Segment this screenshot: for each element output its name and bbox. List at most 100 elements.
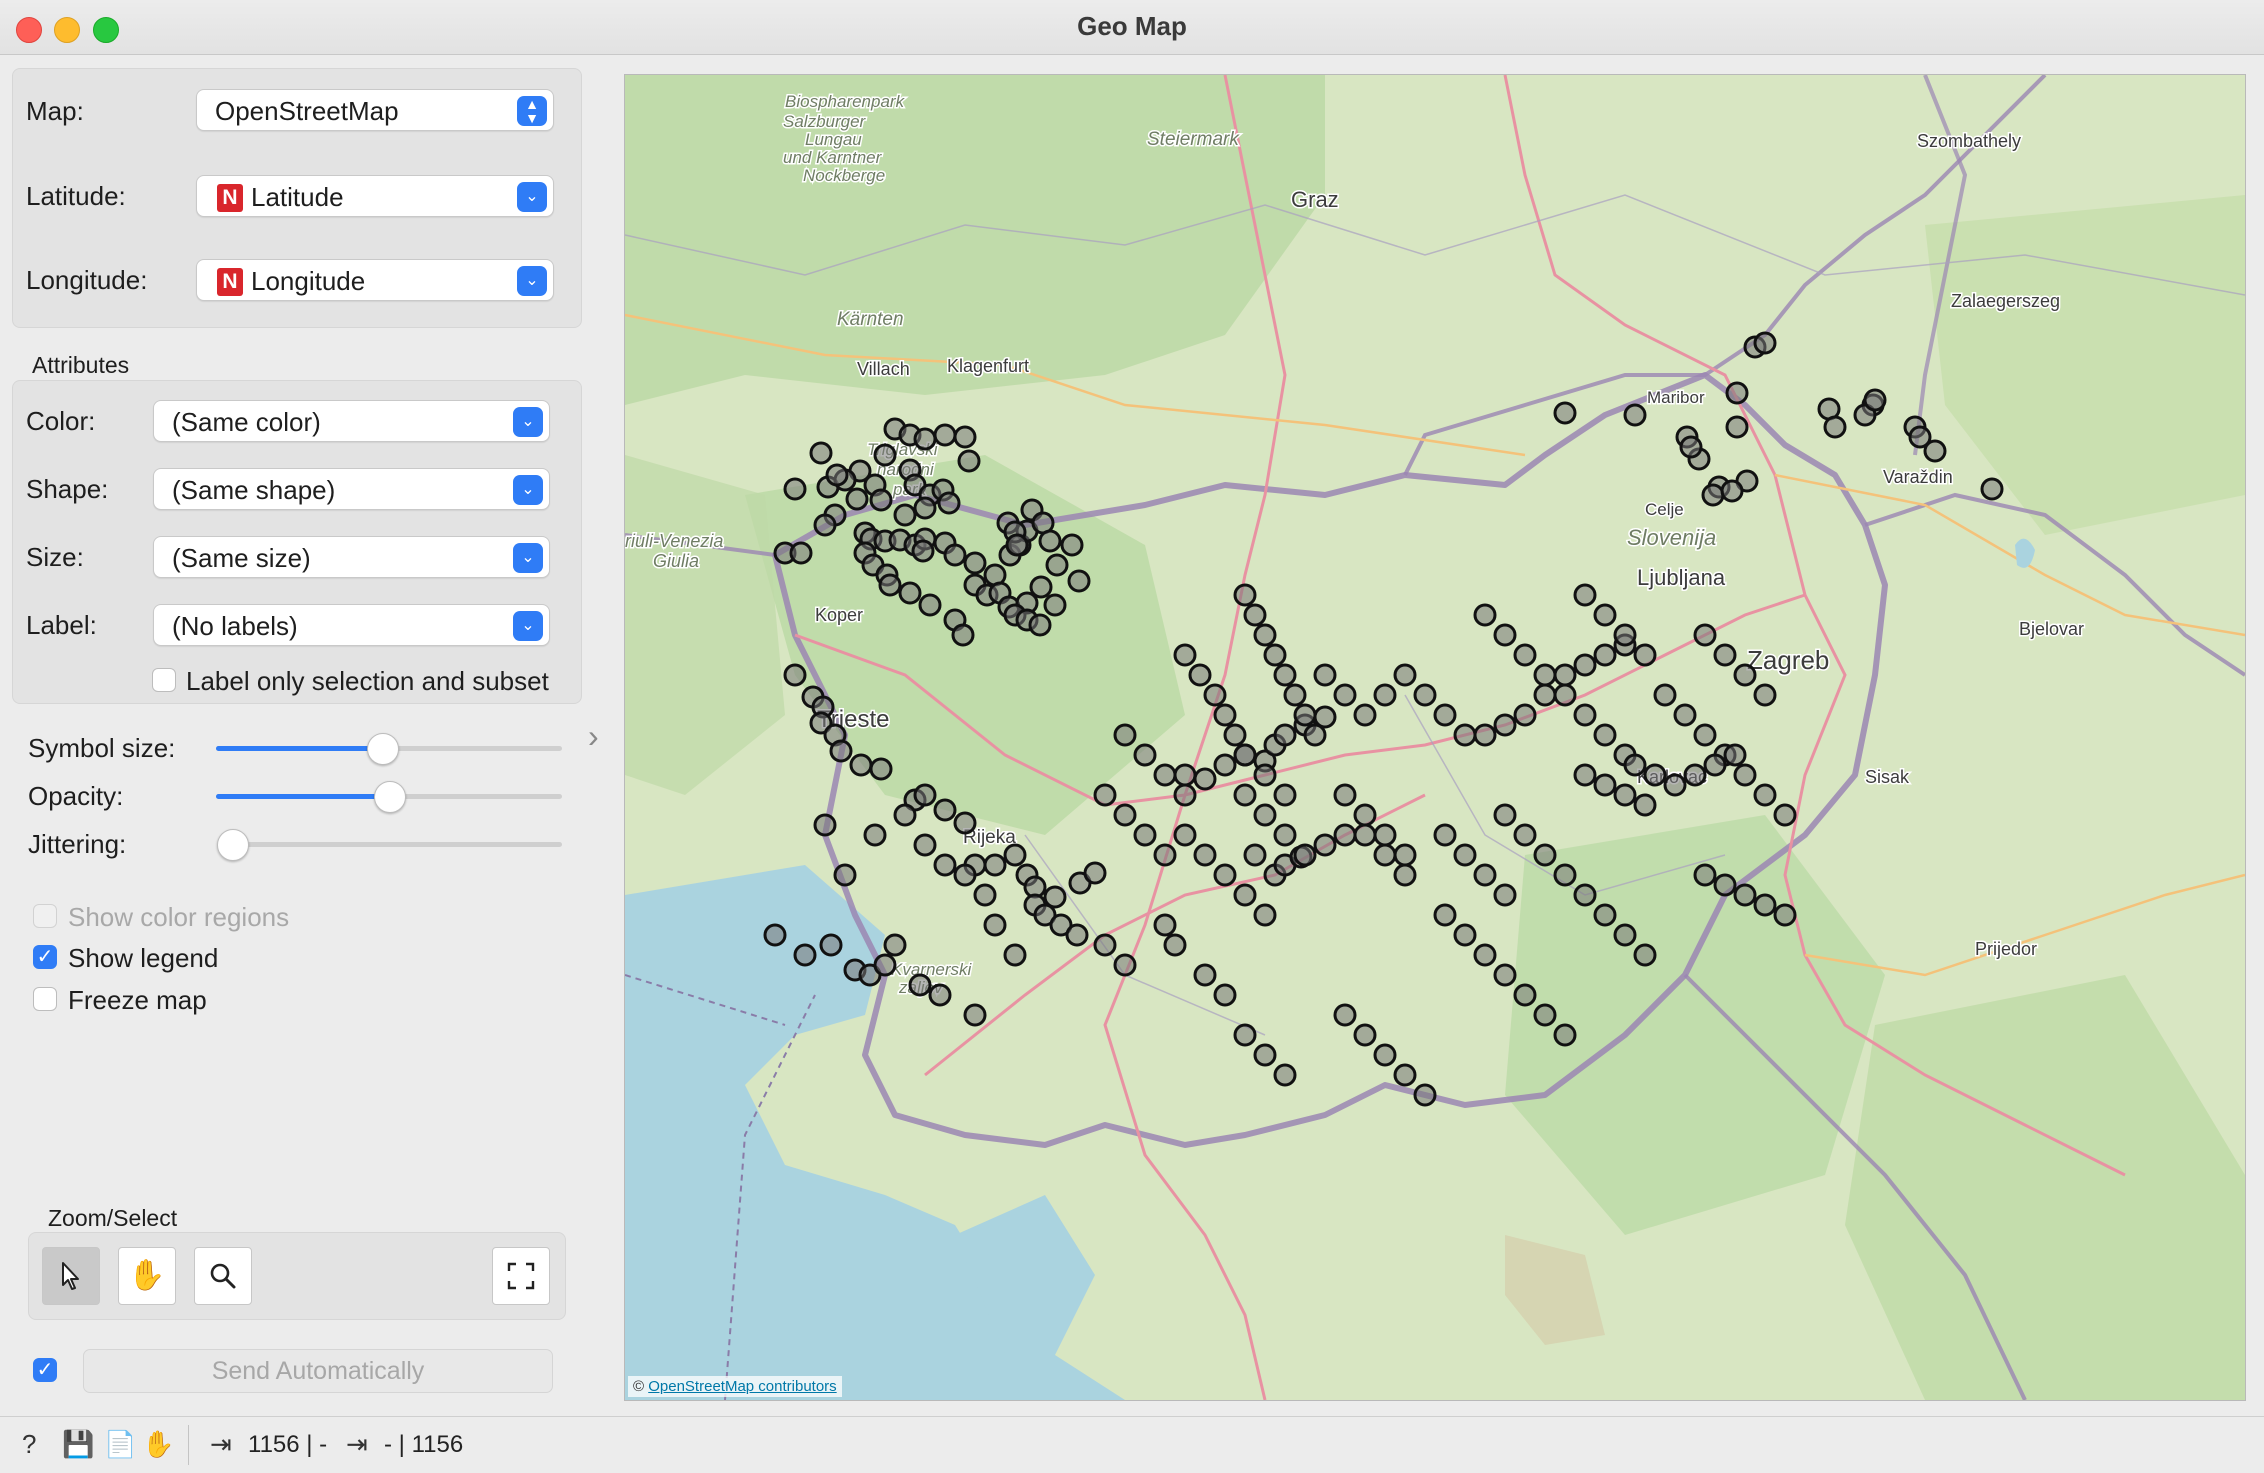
data-point[interactable] bbox=[1253, 623, 1277, 647]
data-point[interactable] bbox=[1293, 703, 1317, 727]
data-point[interactable] bbox=[1713, 873, 1737, 897]
data-point[interactable] bbox=[863, 823, 887, 847]
data-point[interactable] bbox=[1623, 403, 1647, 427]
data-point[interactable] bbox=[1673, 703, 1697, 727]
data-point[interactable] bbox=[1393, 863, 1417, 887]
data-point[interactable] bbox=[1203, 683, 1227, 707]
data-point[interactable] bbox=[1693, 623, 1717, 647]
data-point[interactable] bbox=[1553, 863, 1577, 887]
data-point[interactable] bbox=[1533, 1003, 1557, 1027]
data-point[interactable] bbox=[1413, 1083, 1437, 1107]
data-point[interactable] bbox=[1513, 643, 1537, 667]
data-point[interactable] bbox=[908, 973, 932, 997]
data-point[interactable] bbox=[1223, 723, 1247, 747]
data-point[interactable] bbox=[1693, 723, 1717, 747]
data-point[interactable] bbox=[1733, 763, 1757, 787]
data-point[interactable] bbox=[1083, 861, 1107, 885]
data-point[interactable] bbox=[1473, 863, 1497, 887]
data-point[interactable] bbox=[957, 449, 981, 473]
map-view[interactable]: Biospharenpark Salzburger Lungau und Karntn… bbox=[624, 74, 2246, 1401]
data-point[interactable] bbox=[1725, 415, 1749, 439]
data-point[interactable] bbox=[1633, 793, 1657, 817]
data-point[interactable] bbox=[1173, 783, 1197, 807]
symbol-size-slider[interactable] bbox=[216, 733, 562, 765]
data-point[interactable] bbox=[1353, 703, 1377, 727]
data-point[interactable] bbox=[1553, 683, 1577, 707]
data-point[interactable] bbox=[1353, 823, 1377, 847]
data-point[interactable] bbox=[893, 503, 917, 527]
data-point[interactable] bbox=[1173, 763, 1197, 787]
data-point[interactable] bbox=[1253, 803, 1277, 827]
data-point[interactable] bbox=[1553, 401, 1577, 425]
hand-icon[interactable]: ✋ bbox=[142, 1429, 174, 1460]
jittering-handle[interactable] bbox=[217, 829, 249, 861]
symbol-size-handle[interactable] bbox=[367, 733, 400, 765]
data-point[interactable] bbox=[1753, 331, 1777, 355]
data-point[interactable] bbox=[1093, 933, 1117, 957]
data-point[interactable] bbox=[953, 425, 977, 449]
data-point[interactable] bbox=[1113, 953, 1137, 977]
data-point[interactable] bbox=[1233, 1023, 1257, 1047]
data-point[interactable] bbox=[1433, 903, 1457, 927]
data-point[interactable] bbox=[1113, 803, 1137, 827]
data-point[interactable] bbox=[1613, 783, 1637, 807]
data-point[interactable] bbox=[973, 883, 997, 907]
data-point[interactable] bbox=[813, 813, 837, 837]
opacity-slider[interactable] bbox=[216, 781, 562, 813]
data-point[interactable] bbox=[1733, 883, 1757, 907]
data-point[interactable] bbox=[1093, 783, 1117, 807]
data-point[interactable] bbox=[819, 933, 843, 957]
data-point[interactable] bbox=[1683, 763, 1707, 787]
data-point[interactable] bbox=[1773, 803, 1797, 827]
data-point[interactable] bbox=[1273, 1063, 1297, 1087]
data-point[interactable] bbox=[849, 753, 873, 777]
data-point[interactable] bbox=[898, 581, 922, 605]
map-canvas[interactable]: BiospharenparkSalzburgerLungauund Karntn… bbox=[625, 75, 2245, 1400]
data-point[interactable] bbox=[1283, 683, 1307, 707]
send-automatically-button[interactable]: Send Automatically bbox=[83, 1349, 553, 1393]
jittering-slider[interactable] bbox=[217, 829, 562, 861]
data-point[interactable] bbox=[933, 853, 957, 877]
data-point[interactable] bbox=[1593, 773, 1617, 797]
data-point[interactable] bbox=[1133, 823, 1157, 847]
data-point[interactable] bbox=[893, 803, 917, 827]
data-point[interactable] bbox=[983, 853, 1007, 877]
data-point[interactable] bbox=[1633, 943, 1657, 967]
opacity-handle[interactable] bbox=[374, 781, 406, 813]
data-point[interactable] bbox=[1333, 1003, 1357, 1027]
data-point[interactable] bbox=[809, 441, 833, 465]
data-point[interactable] bbox=[1433, 703, 1457, 727]
label-only-selection-checkbox[interactable] bbox=[152, 668, 176, 692]
data-point[interactable] bbox=[873, 953, 897, 977]
data-point[interactable] bbox=[1593, 643, 1617, 667]
data-point[interactable] bbox=[1533, 683, 1557, 707]
data-point[interactable] bbox=[1153, 843, 1177, 867]
data-point[interactable] bbox=[1723, 743, 1747, 767]
data-point[interactable] bbox=[1213, 983, 1237, 1007]
data-point[interactable] bbox=[1393, 843, 1417, 867]
data-point[interactable] bbox=[1005, 533, 1029, 557]
longitude-select[interactable]: N Longitude ⌄ bbox=[196, 259, 554, 301]
map-provider-select[interactable]: OpenStreetMap ▲ ▼ bbox=[196, 89, 554, 131]
data-point[interactable] bbox=[869, 757, 893, 781]
data-point[interactable] bbox=[1413, 683, 1437, 707]
data-point[interactable] bbox=[963, 551, 987, 575]
data-point[interactable] bbox=[1453, 923, 1477, 947]
data-point[interactable] bbox=[1193, 963, 1217, 987]
latitude-select[interactable]: N Latitude ⌄ bbox=[196, 175, 554, 217]
data-point[interactable] bbox=[1473, 943, 1497, 967]
data-point[interactable] bbox=[1153, 763, 1177, 787]
data-point[interactable] bbox=[937, 491, 961, 515]
data-point[interactable] bbox=[1725, 381, 1749, 405]
zoom-tool-button[interactable] bbox=[194, 1247, 252, 1305]
data-point[interactable] bbox=[1213, 703, 1237, 727]
data-point[interactable] bbox=[1393, 663, 1417, 687]
data-point[interactable] bbox=[1980, 477, 2004, 501]
data-point[interactable] bbox=[1038, 529, 1062, 553]
data-point[interactable] bbox=[1453, 723, 1477, 747]
data-point[interactable] bbox=[1823, 415, 1847, 439]
data-point[interactable] bbox=[1493, 963, 1517, 987]
data-point[interactable] bbox=[1493, 713, 1517, 737]
attribution-link[interactable]: OpenStreetMap contributors bbox=[648, 1378, 836, 1395]
data-point[interactable] bbox=[1243, 843, 1267, 867]
